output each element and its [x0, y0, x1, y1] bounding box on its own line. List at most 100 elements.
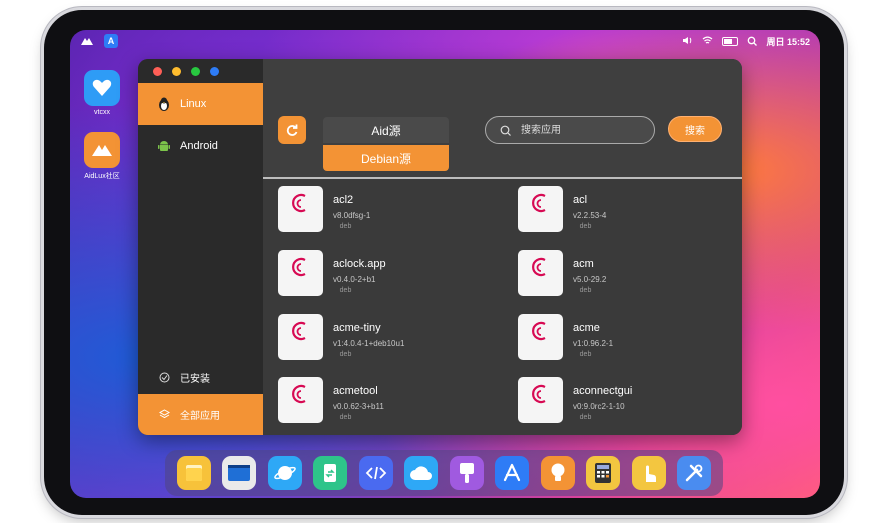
aidlux-logo-icon	[84, 132, 120, 168]
package-name: acme	[573, 322, 600, 334]
package-item[interactable]: deb acme-tiny v1:4.0.4-1+deb10u1	[263, 314, 493, 370]
sidebar-item-linux[interactable]: Linux	[138, 83, 263, 125]
search-icon[interactable]	[747, 36, 758, 48]
package-badge: deb	[339, 414, 352, 421]
sidebar-item-label: 全部应用	[180, 411, 220, 422]
package-version: v1:0.96.2-1	[573, 339, 614, 348]
debian-icon: deb	[518, 377, 591, 423]
dock-app-app-store[interactable]	[495, 456, 530, 490]
layers-icon	[156, 407, 172, 423]
header: Aid源 Debian源 搜索	[263, 59, 742, 177]
package-badge: deb	[339, 351, 352, 358]
package-name: aclock.app	[333, 258, 386, 270]
package-item[interactable]: deb acme v1:0.96.2-1	[503, 314, 733, 370]
package-version: v8.0dfsg-1	[333, 211, 371, 220]
clock: 周日 15:52	[766, 37, 810, 47]
refresh-icon	[286, 124, 298, 136]
folder-icon	[185, 465, 202, 481]
transfer-icon	[324, 464, 337, 482]
package-version: v0:9.0rc2-1-10	[573, 402, 625, 411]
debian-icon: deb	[518, 314, 591, 360]
brush-icon	[459, 463, 474, 483]
dock-app-calculator[interactable]	[586, 456, 621, 490]
dock-app-tools[interactable]	[677, 456, 712, 490]
dock-app-terminal[interactable]	[222, 456, 257, 490]
sidebar: Linux Android 已安装 全部应用	[138, 59, 263, 435]
sidebar-item-android[interactable]: Android	[138, 125, 263, 167]
dock-app-touch[interactable]	[631, 456, 666, 490]
window-controls	[153, 67, 219, 76]
debian-icon: deb	[278, 186, 351, 232]
volume-icon[interactable]	[682, 36, 693, 47]
package-item[interactable]: deb acl v2.2.53-4	[503, 186, 733, 242]
dock-app-browser[interactable]	[267, 456, 302, 490]
dock-app-cloud[interactable]	[404, 456, 439, 490]
debian-icon: deb	[518, 250, 591, 296]
penguin-icon	[156, 96, 172, 112]
package-name: acme-tiny	[333, 322, 381, 334]
search-input[interactable]	[519, 123, 633, 137]
dock-app-code-editor[interactable]	[358, 456, 393, 490]
minimize-button[interactable]	[172, 67, 181, 76]
sidebar-item-label: Linux	[180, 98, 207, 110]
package-item[interactable]: deb aconnectgui v0:9.0rc2-1-10	[503, 377, 733, 433]
package-badge: deb	[579, 414, 592, 421]
package-badge: deb	[579, 287, 592, 294]
search-icon	[500, 125, 511, 136]
package-item[interactable]: deb aclock.app v0.4.0-2+b1	[263, 250, 493, 306]
package-name: acmetool	[333, 385, 378, 397]
planet-icon	[273, 466, 296, 480]
sidebar-item-installed[interactable]: 已安装	[138, 356, 263, 398]
terminal-icon	[228, 465, 251, 481]
package-item[interactable]: deb acm v5.0-29.2	[503, 250, 733, 306]
package-badge: deb	[579, 223, 592, 230]
maximize-button[interactable]	[191, 67, 200, 76]
debian-icon: deb	[278, 314, 351, 360]
tab-aid-source[interactable]: Aid源	[323, 117, 449, 143]
dock	[165, 450, 723, 496]
refresh-button[interactable]	[278, 116, 306, 144]
package-badge: deb	[339, 223, 352, 230]
dock-app-tips[interactable]	[540, 456, 575, 490]
calculator-icon	[595, 463, 612, 483]
main-panel: Aid源 Debian源 搜索 deb acl2 v8.0dfsg-1	[263, 59, 742, 435]
app-store-icon[interactable]: A	[104, 34, 118, 48]
tab-debian-source[interactable]: Debian源	[323, 145, 449, 171]
appstore-icon	[504, 463, 521, 482]
desktop-icon-label: vtcxx	[94, 109, 110, 116]
package-badge: deb	[579, 351, 592, 358]
wifi-icon[interactable]	[702, 36, 713, 47]
package-version: v2.2.53-4	[573, 211, 607, 220]
package-item[interactable]: deb acl2 v8.0dfsg-1	[263, 186, 493, 242]
search-button[interactable]: 搜索	[668, 116, 722, 142]
code-icon	[365, 466, 387, 480]
bulb-icon	[551, 463, 565, 481]
desktop-icon-aidlux-community[interactable]: AidLux社区	[72, 132, 132, 181]
sidebar-item-all-apps[interactable]: 全部应用	[138, 394, 263, 435]
aidlux-logo-icon[interactable]	[80, 34, 94, 48]
dock-app-files[interactable]	[176, 456, 211, 490]
debian-icon: deb	[278, 250, 351, 296]
sidebar-item-label: Android	[180, 140, 218, 152]
package-badge: deb	[339, 287, 352, 294]
package-version: v1:4.0.4-1+deb10u1	[333, 339, 405, 348]
package-name: acl2	[333, 194, 354, 206]
desktop-icon-label: AidLux社区	[84, 173, 120, 180]
close-button[interactable]	[153, 67, 162, 76]
package-item[interactable]: deb acmetool v0.0.62-3+b11	[263, 377, 493, 433]
package-name: acl	[573, 194, 588, 206]
search-box	[485, 116, 655, 144]
package-version: v0.4.0-2+b1	[333, 275, 376, 284]
extra-button[interactable]	[210, 67, 219, 76]
divider	[263, 177, 742, 179]
package-name: acm	[573, 258, 594, 270]
hand-icon	[645, 465, 656, 482]
package-version: v0.0.62-3+b11	[333, 402, 384, 411]
battery-icon[interactable]	[722, 37, 739, 46]
dock-app-paint[interactable]	[449, 456, 484, 490]
package-name: aconnectgui	[573, 385, 633, 397]
desktop-icon-vtcxx[interactable]: vtcxx	[72, 70, 132, 116]
app-store-window: Linux Android 已安装 全部应用 Aid源 Debian源 搜索应用…	[138, 59, 742, 435]
dock-app-file-transfer[interactable]	[313, 456, 348, 490]
android-icon	[156, 138, 172, 154]
